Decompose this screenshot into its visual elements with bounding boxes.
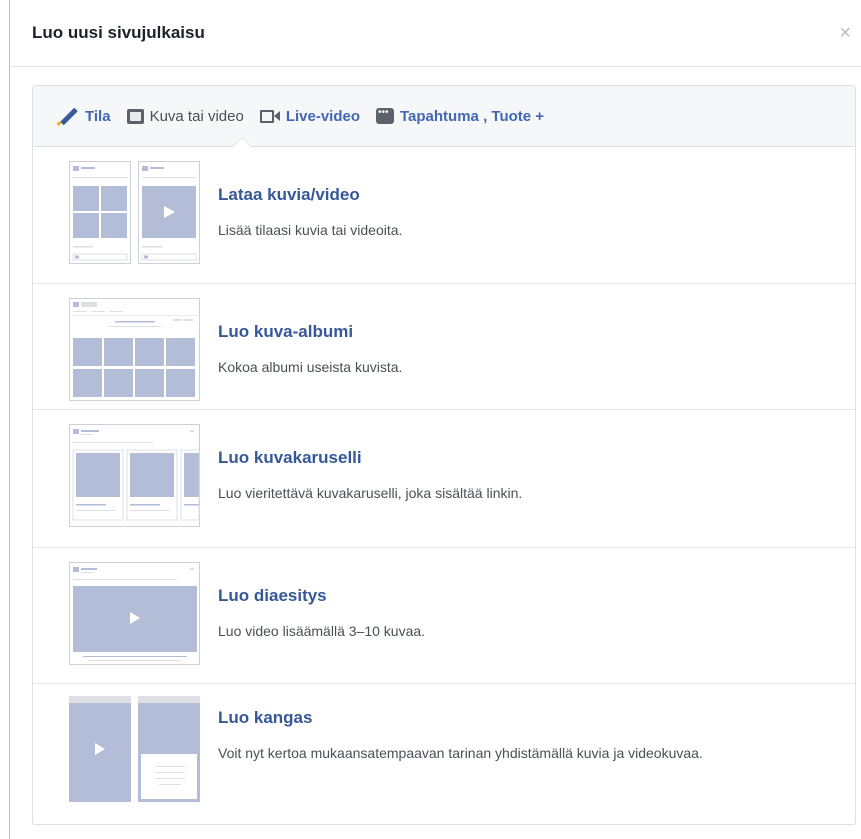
more-icon [376, 107, 394, 124]
dialog-header: Luo uusi sivujulkaisu × [10, 0, 861, 67]
option-create-album[interactable]: Luo kuva-albumi Kokoa albumi useista kuv… [33, 283, 855, 410]
option-description: Voit nyt kertoa mukaansatempaavan tarina… [218, 745, 703, 761]
create-post-dialog: Luo uusi sivujulkaisu × Tila Kuva tai vi… [10, 0, 861, 839]
tab-status-label: Tila [85, 107, 111, 125]
tab-live-video-label: Live-video [285, 107, 360, 125]
live-video-icon [259, 109, 280, 124]
tab-status[interactable]: Tila [57, 107, 111, 125]
composer-tabs: Tila Kuva tai video Live-video Tapahtuma… [33, 86, 855, 147]
tab-more[interactable]: Tapahtuma , Tuote + [376, 107, 545, 125]
option-title: Luo diaesitys [218, 586, 327, 605]
option-description: Lisää tilaasi kuvia tai videoita. [218, 222, 403, 238]
tab-photo-video[interactable]: Kuva tai video [126, 107, 244, 125]
tab-more-label: Tapahtuma , Tuote + [400, 107, 545, 125]
option-description: Kokoa albumi useista kuvista. [218, 359, 403, 375]
option-description: Luo vieritettävä kuvakaruselli, joka sis… [218, 485, 523, 501]
option-create-carousel[interactable]: Luo kuvakaruselli Luo vieritettävä kuvak… [33, 409, 855, 536]
option-create-canvas[interactable]: Luo kangas Voit nyt kertoa mukaansatempa… [33, 683, 855, 824]
photo-album-icon [69, 298, 200, 401]
window-edge [0, 0, 10, 839]
composer-panel: Tila Kuva tai video Live-video Tapahtuma… [32, 85, 856, 825]
option-create-slideshow[interactable]: Luo diaesitys Luo video lisäämällä 3–10 … [33, 547, 855, 674]
option-description: Luo video lisäämällä 3–10 kuvaa. [218, 623, 426, 639]
close-button[interactable]: × [839, 22, 861, 45]
tab-live-video[interactable]: Live-video [259, 107, 360, 125]
upload-photos-video-icon [69, 161, 200, 264]
carousel-icon [69, 424, 200, 527]
option-title: Luo kangas [218, 708, 313, 727]
slideshow-icon [69, 562, 200, 665]
pencil-icon [57, 107, 79, 125]
option-title: Lataa kuvia/video [218, 185, 360, 204]
active-tab-caret [232, 137, 252, 147]
canvas-icon [69, 696, 200, 802]
dialog-title: Luo uusi sivujulkaisu [32, 23, 205, 42]
option-title: Luo kuva-albumi [218, 322, 354, 341]
photo-icon [126, 108, 144, 124]
option-title: Luo kuvakaruselli [218, 448, 362, 467]
option-upload-photos-video[interactable]: Lataa kuvia/video Lisää tilaasi kuvia ta… [33, 147, 855, 273]
tab-photo-video-label: Kuva tai video [149, 107, 244, 125]
